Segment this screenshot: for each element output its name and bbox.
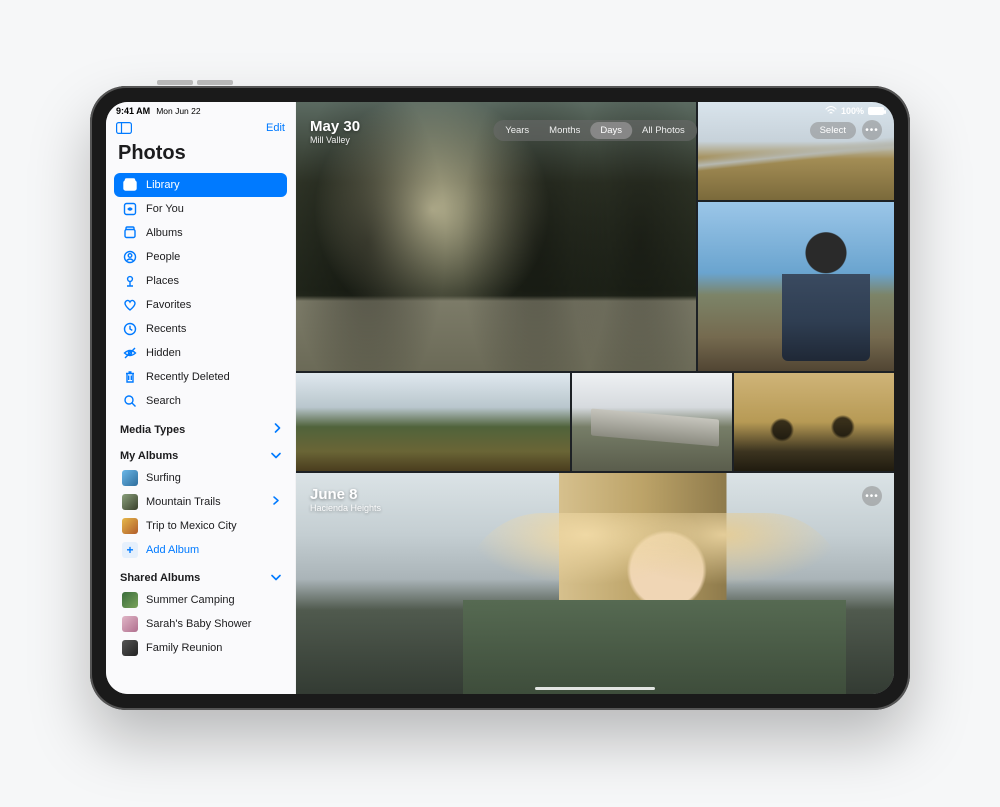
group-more-button[interactable]: ••• xyxy=(862,486,882,506)
album-item-family-reunion[interactable]: Family Reunion xyxy=(114,636,287,660)
section-title: My Albums xyxy=(120,450,178,462)
album-label: Mountain Trails xyxy=(146,496,265,508)
plus-icon: + xyxy=(122,542,138,558)
nav-label: Places xyxy=(146,275,279,287)
sidebar-toggle-icon[interactable] xyxy=(116,122,132,134)
hidden-icon xyxy=(122,345,138,361)
nav-label: Recently Deleted xyxy=(146,371,279,383)
sidebar-item-places[interactable]: Places xyxy=(114,269,287,293)
section-media-types[interactable]: Media Types xyxy=(106,413,295,440)
sidebar-item-for-you[interactable]: For You xyxy=(114,197,287,221)
nav-label: Hidden xyxy=(146,347,279,359)
photo-grid[interactable] xyxy=(296,102,894,694)
ipad-device-frame: 9:41 AM Mon Jun 22 100% xyxy=(90,86,910,710)
group-date: May 30 xyxy=(310,118,360,135)
photos-app: Edit Photos Library For You xyxy=(106,102,894,694)
library-icon xyxy=(122,177,138,193)
nav-label: Recents xyxy=(146,323,279,335)
home-indicator[interactable] xyxy=(535,687,655,691)
album-label: Trip to Mexico City xyxy=(146,520,279,532)
section-title: Shared Albums xyxy=(120,572,200,584)
trash-icon xyxy=(122,369,138,385)
sidebar-item-hidden[interactable]: Hidden xyxy=(114,341,287,365)
segment-months[interactable]: Months xyxy=(539,122,590,139)
shared-albums-list: Summer Camping Sarah's Baby Shower Famil… xyxy=(106,588,295,660)
sidebar-item-people[interactable]: People xyxy=(114,245,287,269)
sidebar-item-albums[interactable]: Albums xyxy=(114,221,287,245)
ellipsis-icon: ••• xyxy=(865,491,879,502)
sidebar-edit-button[interactable]: Edit xyxy=(266,122,285,134)
albums-icon xyxy=(122,225,138,241)
nav-label: Library xyxy=(146,179,279,191)
chevron-right-icon xyxy=(274,423,281,436)
nav-label: Albums xyxy=(146,227,279,239)
nav-label: Search xyxy=(146,395,279,407)
top-right-controls: Select ••• xyxy=(810,120,882,140)
segment-years[interactable]: Years xyxy=(495,122,539,139)
favorites-icon xyxy=(122,297,138,313)
add-album-label: Add Album xyxy=(146,544,279,556)
group-header-2[interactable]: June 8 Hacienda Heights xyxy=(310,486,381,513)
album-item-mountain-trails[interactable]: Mountain Trails xyxy=(114,490,287,514)
ellipsis-icon: ••• xyxy=(865,125,879,136)
my-albums-list: Surfing Mountain Trails Trip to Mexico C… xyxy=(106,466,295,562)
recents-icon xyxy=(122,321,138,337)
album-item-surfing[interactable]: Surfing xyxy=(114,466,287,490)
more-button[interactable]: ••• xyxy=(862,120,882,140)
photo-tile[interactable] xyxy=(296,373,570,471)
album-label: Surfing xyxy=(146,472,279,484)
photo-tile[interactable] xyxy=(698,202,894,371)
photo-tile[interactable] xyxy=(572,373,732,471)
group-date: June 8 xyxy=(310,486,381,503)
photo-tile[interactable] xyxy=(698,102,894,200)
section-title: Media Types xyxy=(120,424,185,436)
sidebar-item-recents[interactable]: Recents xyxy=(114,317,287,341)
album-label: Family Reunion xyxy=(146,642,279,654)
sidebar-item-favorites[interactable]: Favorites xyxy=(114,293,287,317)
sidebar: Edit Photos Library For You xyxy=(106,102,296,694)
photo-tile-hero[interactable] xyxy=(296,473,894,694)
segment-all-photos[interactable]: All Photos xyxy=(632,122,695,139)
chevron-down-icon xyxy=(271,573,281,584)
album-thumb xyxy=(122,640,138,656)
nav-label: For You xyxy=(146,203,279,215)
nav-label: People xyxy=(146,251,279,263)
section-shared-albums[interactable]: Shared Albums xyxy=(106,562,295,588)
photo-library-view: May 30 Mill Valley June 8 Hacienda Heigh… xyxy=(296,102,894,694)
view-segmented-control[interactable]: Years Months Days All Photos xyxy=(493,120,697,141)
segment-days[interactable]: Days xyxy=(590,122,632,139)
sidebar-item-search[interactable]: Search xyxy=(114,389,287,413)
add-album-button[interactable]: + Add Album xyxy=(114,538,287,562)
album-item-baby-shower[interactable]: Sarah's Baby Shower xyxy=(114,612,287,636)
group-location: Mill Valley xyxy=(310,135,360,145)
album-item-summer-camping[interactable]: Summer Camping xyxy=(114,588,287,612)
people-icon xyxy=(122,249,138,265)
screen: 9:41 AM Mon Jun 22 100% xyxy=(106,102,894,694)
chevron-right-icon xyxy=(273,496,279,508)
nav-label: Favorites xyxy=(146,299,279,311)
sidebar-nav: Library For You Albums xyxy=(106,173,295,413)
album-label: Summer Camping xyxy=(146,594,279,606)
album-item-mexico[interactable]: Trip to Mexico City xyxy=(114,514,287,538)
sidebar-title: Photos xyxy=(106,142,295,173)
photo-tile[interactable] xyxy=(734,373,894,471)
album-thumb xyxy=(122,494,138,510)
select-button[interactable]: Select xyxy=(810,122,856,139)
album-thumb xyxy=(122,592,138,608)
search-icon xyxy=(122,393,138,409)
sidebar-item-library[interactable]: Library xyxy=(114,173,287,197)
album-thumb xyxy=(122,518,138,534)
foryou-icon xyxy=(122,201,138,217)
group-header-1[interactable]: May 30 Mill Valley xyxy=(310,118,360,145)
places-icon xyxy=(122,273,138,289)
chevron-down-icon xyxy=(271,451,281,462)
sidebar-item-recently-deleted[interactable]: Recently Deleted xyxy=(114,365,287,389)
album-label: Sarah's Baby Shower xyxy=(146,618,279,630)
section-my-albums[interactable]: My Albums xyxy=(106,440,295,466)
album-thumb xyxy=(122,616,138,632)
group-location: Hacienda Heights xyxy=(310,503,381,513)
album-thumb xyxy=(122,470,138,486)
